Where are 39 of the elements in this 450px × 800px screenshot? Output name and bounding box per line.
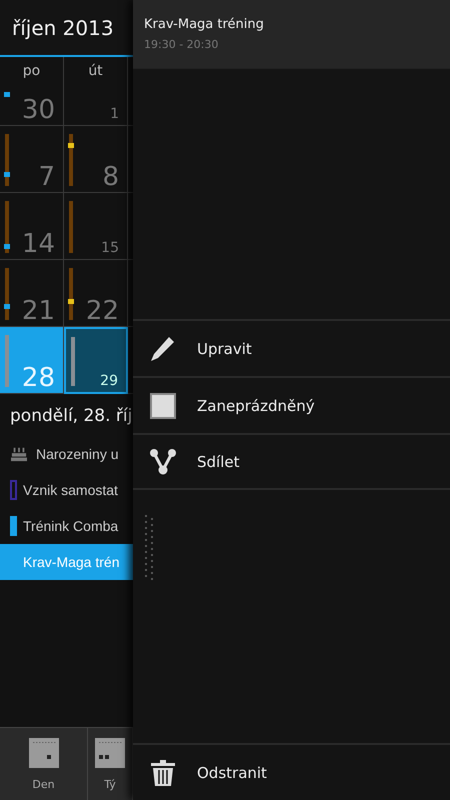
trash-icon: [149, 758, 177, 786]
day-number: 30: [22, 97, 55, 123]
view-tab[interactable]: Den: [0, 728, 88, 800]
cake-icon: [10, 446, 28, 462]
day-number: 29: [100, 374, 118, 390]
day-number: 14: [22, 231, 55, 257]
pencil-icon: [149, 334, 177, 362]
day-cell[interactable]: 14: [0, 193, 64, 260]
agenda-event[interactable]: Trénink Comba: [0, 508, 133, 544]
agenda-event[interactable]: Narozeniny u: [0, 436, 133, 472]
menu-item[interactable]: Upravit: [133, 319, 450, 376]
day-number: 21: [22, 298, 55, 324]
day-cell[interactable]: út 1: [64, 57, 128, 126]
menu-item[interactable]: Zaneprázdněný: [133, 376, 450, 433]
menu-item[interactable]: Sdílet: [133, 433, 450, 490]
week-view-icon: [95, 738, 125, 768]
day-number: 7: [38, 164, 55, 190]
share-icon: [149, 448, 177, 476]
day-number: 28: [22, 365, 55, 391]
view-tab[interactable]: Tý: [88, 728, 133, 800]
day-cell[interactable]: po 30: [0, 57, 64, 126]
event-title: Krav-Maga tréning: [144, 17, 265, 32]
drag-handle-icon[interactable]: [145, 515, 154, 581]
day-cell[interactable]: 29: [64, 327, 128, 394]
day-view-icon: [28, 738, 58, 768]
day-number: 15: [101, 241, 119, 257]
day-cell[interactable]: 7: [0, 126, 64, 193]
date-heading: pondělí, 28. říj: [9, 405, 133, 428]
day-number: 1: [110, 107, 119, 123]
day-number: 8: [102, 164, 119, 190]
day-number: 22: [86, 298, 119, 324]
event-time: 19:30 - 20:30: [144, 38, 220, 51]
checkbox-icon: [149, 392, 177, 420]
delete-button[interactable]: Odstranit: [133, 743, 450, 800]
weekday-label: út: [87, 63, 104, 79]
weekday-label: po: [22, 63, 42, 79]
agenda-event[interactable]: Vznik samostat: [0, 472, 133, 508]
day-cell[interactable]: 15: [64, 193, 128, 260]
day-cell[interactable]: 8: [64, 126, 128, 193]
